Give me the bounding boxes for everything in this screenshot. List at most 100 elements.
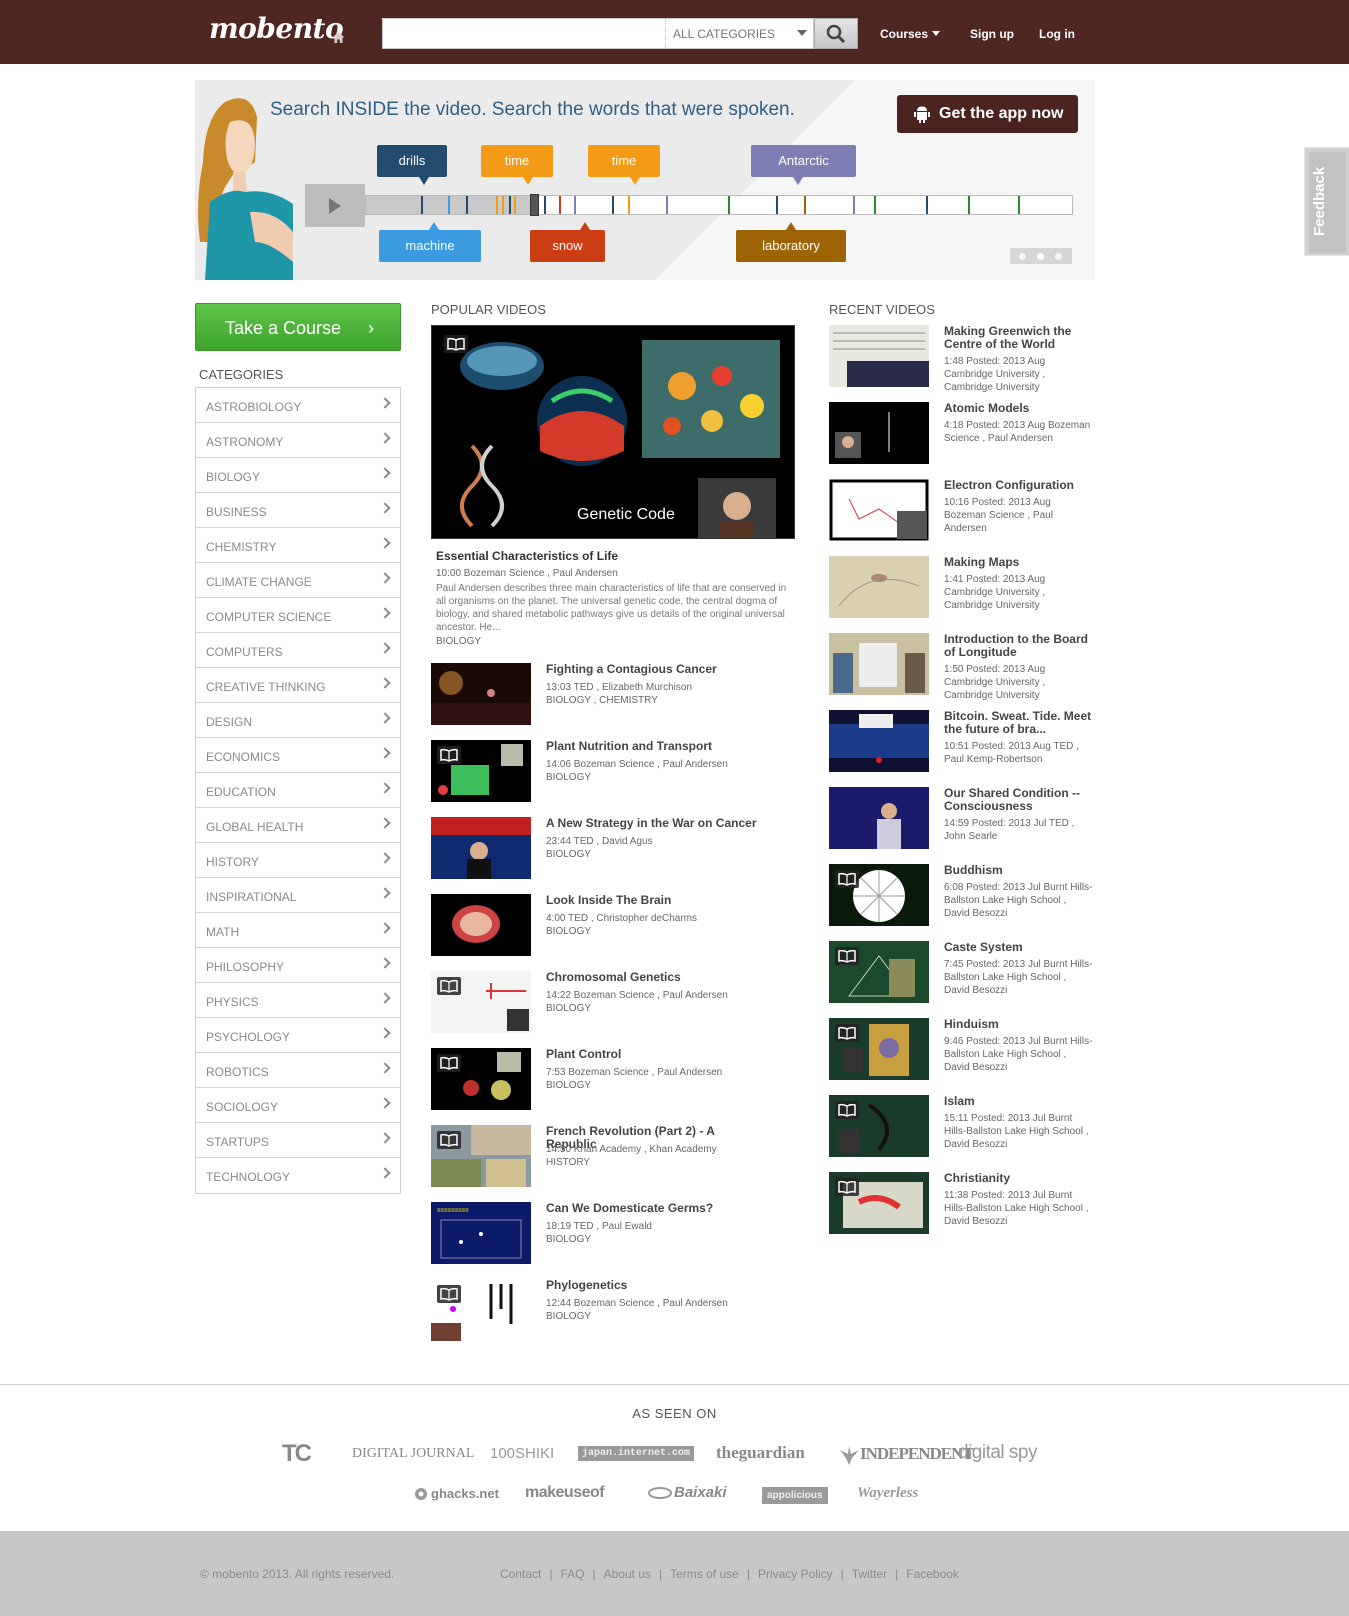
search-button[interactable] — [814, 18, 858, 49]
keyword-tag-laboratory[interactable]: laboratory — [736, 222, 846, 262]
footer-link-terms-of-use[interactable]: Terms of use — [670, 1567, 739, 1581]
video-title[interactable]: Look Inside The Brain — [546, 894, 766, 907]
popular-video-item[interactable]: Phylogenetics 12:44 Bozeman Science , Pa… — [431, 1279, 771, 1343]
category-item-math[interactable]: MATH — [196, 913, 400, 948]
home-icon[interactable] — [332, 31, 345, 44]
video-title[interactable]: Islam — [944, 1095, 1094, 1108]
video-title[interactable]: Can We Domesticate Germs? — [546, 1202, 766, 1215]
video-thumbnail[interactable] — [829, 402, 929, 464]
category-item-business[interactable]: BUSINESS — [196, 493, 400, 528]
recent-video-item[interactable]: Atomic Models 4:18 Posted: 2013 Aug Boze… — [829, 402, 1090, 472]
video-title[interactable]: A New Strategy in the War on Cancer — [546, 817, 766, 830]
press-logo-ghacks[interactable]: ghacks.net — [413, 1486, 499, 1501]
recent-video-item[interactable]: Islam 15:11 Posted: 2013 Jul Burnt Hills… — [829, 1095, 1089, 1165]
category-item-robotics[interactable]: ROBOTICS — [196, 1053, 400, 1088]
footer-link-privacy-policy[interactable]: Privacy Policy — [758, 1567, 833, 1581]
recent-video-item[interactable]: Christianity 11:38 Posted: 2013 Jul Burn… — [829, 1172, 1089, 1242]
video-title[interactable]: Electron Configuration — [944, 479, 1094, 492]
video-thumbnail[interactable] — [829, 479, 929, 541]
category-item-startups[interactable]: STARTUPS — [196, 1123, 400, 1158]
category-select[interactable]: ALL CATEGORIES — [665, 19, 815, 48]
video-thumbnail[interactable] — [829, 1018, 929, 1080]
press-logo-wayerless[interactable]: Wayerless — [857, 1485, 918, 1502]
video-thumbnail[interactable] — [829, 864, 929, 926]
video-title[interactable]: Caste System — [944, 941, 1094, 954]
recent-video-item[interactable]: Buddhism 6:08 Posted: 2013 Jul Burnt Hil… — [829, 864, 1092, 934]
video-thumbnail[interactable] — [431, 894, 531, 956]
video-title[interactable]: Chromosomal Genetics — [546, 971, 766, 984]
video-title[interactable]: Phylogenetics — [546, 1279, 766, 1292]
video-title[interactable]: Buddhism — [944, 864, 1094, 877]
footer-link-contact[interactable]: Contact — [500, 1567, 541, 1581]
category-item-astronomy[interactable]: ASTRONOMY — [196, 423, 400, 458]
category-item-history[interactable]: HISTORY — [196, 843, 400, 878]
video-thumbnail[interactable] — [431, 663, 531, 725]
press-logo-digital-journal[interactable]: DIGITAL JOURNAL — [352, 1446, 474, 1462]
category-item-computer-science[interactable]: COMPUTER SCIENCE — [196, 598, 400, 633]
popular-video-item[interactable]: ≡≡≡≡≡≡≡≡≡ Can We Domesticate Germs? 18:1… — [431, 1202, 771, 1266]
press-logo-100shiki[interactable]: 100SHIKI — [490, 1445, 554, 1462]
log-in-link[interactable]: Log in — [1039, 27, 1075, 41]
category-item-economics[interactable]: ECONOMICS — [196, 738, 400, 773]
footer-link-twitter[interactable]: Twitter — [852, 1567, 887, 1581]
feedback-tab[interactable]: Feedback — [1304, 147, 1349, 256]
featured-video-title[interactable]: Essential Characteristics of Life — [436, 549, 618, 563]
recent-video-item[interactable]: Making Maps 1:41 Posted: 2013 Aug Cambri… — [829, 556, 1089, 626]
play-button[interactable] — [305, 184, 365, 227]
carousel-dot[interactable] — [1055, 253, 1062, 260]
keyword-tag-machine[interactable]: machine — [379, 222, 481, 262]
take-a-course-button[interactable]: Take a Course › — [195, 303, 401, 351]
timeline-scrubber[interactable] — [530, 194, 539, 216]
popular-video-item[interactable]: Look Inside The Brain 4:00 TED , Christo… — [431, 894, 771, 958]
video-title[interactable]: Fighting a Contagious Cancer — [546, 663, 766, 676]
category-item-inspirational[interactable]: INSPIRATIONAL — [196, 878, 400, 913]
recent-video-item[interactable]: Making Greenwich the Centre of the World… — [829, 325, 1089, 395]
category-item-global-health[interactable]: GLOBAL HEALTH — [196, 808, 400, 843]
category-item-creative-thinking[interactable]: CREATIVE THINKING — [196, 668, 400, 703]
recent-video-item[interactable]: Caste System 7:45 Posted: 2013 Jul Burnt… — [829, 941, 1092, 1011]
video-title[interactable]: Hinduism — [944, 1018, 1094, 1031]
video-title[interactable]: Bitcoin. Sweat. Tide. Meet the future of… — [944, 710, 1094, 736]
video-timeline[interactable] — [365, 194, 1073, 216]
video-thumbnail[interactable] — [431, 1279, 531, 1341]
category-item-psychology[interactable]: PSYCHOLOGY — [196, 1018, 400, 1053]
category-item-biology[interactable]: BIOLOGY — [196, 458, 400, 493]
popular-video-item[interactable]: Plant Control 7:53 Bozeman Science , Pau… — [431, 1048, 771, 1112]
press-logo-baixaki[interactable]: Baixaki — [648, 1484, 727, 1501]
recent-video-item[interactable]: Bitcoin. Sweat. Tide. Meet the future of… — [829, 710, 1091, 780]
courses-menu[interactable]: Courses — [880, 27, 941, 41]
video-thumbnail[interactable] — [431, 817, 531, 879]
video-title[interactable]: Atomic Models — [944, 402, 1094, 415]
footer-link-about-us[interactable]: About us — [604, 1567, 651, 1581]
video-thumbnail[interactable] — [829, 556, 929, 618]
category-item-design[interactable]: DESIGN — [196, 703, 400, 738]
category-item-chemistry[interactable]: CHEMISTRY — [196, 528, 400, 563]
category-item-philosophy[interactable]: PHILOSOPHY — [196, 948, 400, 983]
recent-video-item[interactable]: Our Shared Condition -- Consciousness 14… — [829, 787, 1089, 857]
carousel-dot[interactable] — [1019, 253, 1026, 260]
keyword-tag-time[interactable]: time — [481, 145, 553, 185]
video-thumbnail[interactable] — [829, 1095, 929, 1157]
popular-video-item[interactable]: French Revolution (Part 2) - A Republic … — [431, 1125, 771, 1189]
recent-video-item[interactable]: Hinduism 9:46 Posted: 2013 Jul Burnt Hil… — [829, 1018, 1092, 1088]
category-item-computers[interactable]: COMPUTERS — [196, 633, 400, 668]
video-thumbnail[interactable] — [431, 740, 531, 802]
popular-video-item[interactable]: Plant Nutrition and Transport 14:06 Boze… — [431, 740, 771, 804]
category-item-education[interactable]: EDUCATION — [196, 773, 400, 808]
press-logo-appolicious[interactable]: appolicious — [762, 1487, 828, 1504]
category-item-astrobiology[interactable]: ASTROBIOLOGY — [196, 388, 400, 423]
video-thumbnail[interactable] — [431, 971, 531, 1033]
video-thumbnail[interactable] — [431, 1125, 531, 1187]
press-logo-guardian[interactable]: theguardian — [716, 1443, 805, 1463]
category-item-physics[interactable]: PHYSICS — [196, 983, 400, 1018]
press-logo-makeuseof[interactable]: makeuseof — [525, 1484, 605, 1502]
footer-link-faq[interactable]: FAQ — [560, 1567, 584, 1581]
keyword-tag-snow[interactable]: snow — [530, 222, 605, 262]
keyword-tag-antarctic[interactable]: Antarctic — [751, 145, 856, 185]
popular-video-item[interactable]: Chromosomal Genetics 14:22 Bozeman Scien… — [431, 971, 771, 1035]
carousel-dot-active[interactable] — [1037, 253, 1044, 260]
video-title[interactable]: Our Shared Condition -- Consciousness — [944, 787, 1094, 813]
category-item-climate-change[interactable]: CLIMATE CHANGE — [196, 563, 400, 598]
video-title[interactable]: Plant Control — [546, 1048, 766, 1061]
keyword-tag-drills[interactable]: drills — [377, 145, 447, 185]
